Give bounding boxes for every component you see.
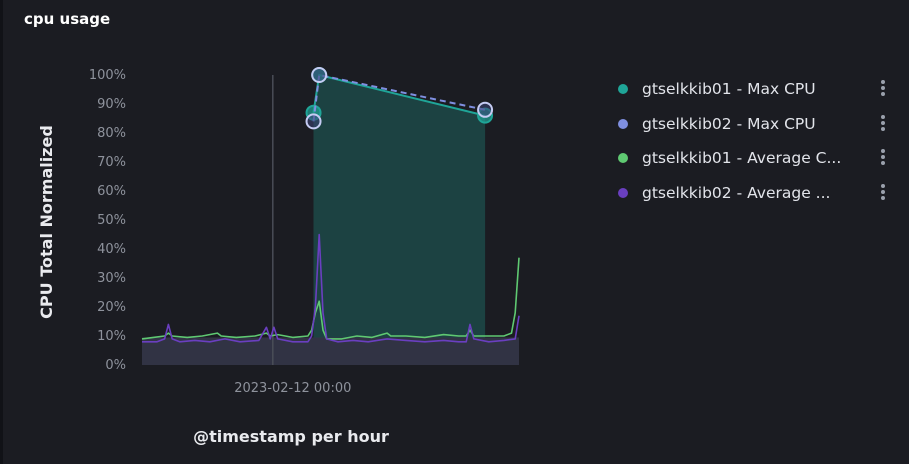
y-tick-label: 10% <box>97 329 126 344</box>
y-tick-label: 0% <box>105 358 126 373</box>
more-options-icon[interactable] <box>880 114 886 131</box>
legend-item-gtselkkib02-average-cpu[interactable]: gtselkkib02 - Average ... <box>612 176 902 211</box>
y-tick-label: 20% <box>97 300 126 315</box>
x-axis-title: @timestamp per hour <box>193 427 389 446</box>
legend-swatch <box>618 118 628 129</box>
more-options-icon[interactable] <box>880 80 886 96</box>
legend-item-gtselkkib02-max-cpu[interactable]: gtselkkib02 - Max CPU <box>612 107 902 142</box>
series-area <box>313 75 486 338</box>
data-point <box>311 67 328 83</box>
legend-swatch <box>618 153 628 164</box>
y-tick-label: 90% <box>97 97 126 112</box>
legend-swatch <box>618 84 628 95</box>
y-tick-label: 60% <box>97 184 126 199</box>
cpu-usage-chart[interactable]: 100% 90% 80% 70% 60% 50% 40% 30% 20% 10% 0% 2023-02… <box>0 0 909 464</box>
y-tick-label: 50% <box>97 213 126 228</box>
y-tick-label: 30% <box>97 271 126 286</box>
legend-label: gtselkkib02 - Average ... <box>642 183 831 202</box>
y-axis-title: CPU Total Normalized <box>37 125 56 319</box>
more-options-icon[interactable] <box>880 183 886 200</box>
legend-label: gtselkkib02 - Max CPU <box>642 114 816 133</box>
x-tick-label: 2023-02-12 00:00 <box>234 381 351 396</box>
legend: gtselkkib01 - Max CPU gtselkkib02 - Max … <box>612 72 902 210</box>
legend-swatch <box>618 187 628 198</box>
legend-item-gtselkkib01-max-cpu[interactable]: gtselkkib01 - Max CPU <box>612 72 902 107</box>
more-options-icon[interactable] <box>880 149 886 165</box>
legend-item-gtselkkib01-average-cpu[interactable]: gtselkkib01 - Average C... <box>612 141 902 176</box>
y-tick-label: 100% <box>89 68 126 83</box>
y-tick-label: 80% <box>97 126 126 141</box>
data-point <box>305 113 322 130</box>
legend-label: gtselkkib01 - Max CPU <box>642 80 816 99</box>
y-tick-label: 40% <box>97 242 126 257</box>
legend-label: gtselkkib01 - Average C... <box>642 149 842 168</box>
y-tick-label: 70% <box>97 155 126 170</box>
data-point <box>477 101 494 118</box>
